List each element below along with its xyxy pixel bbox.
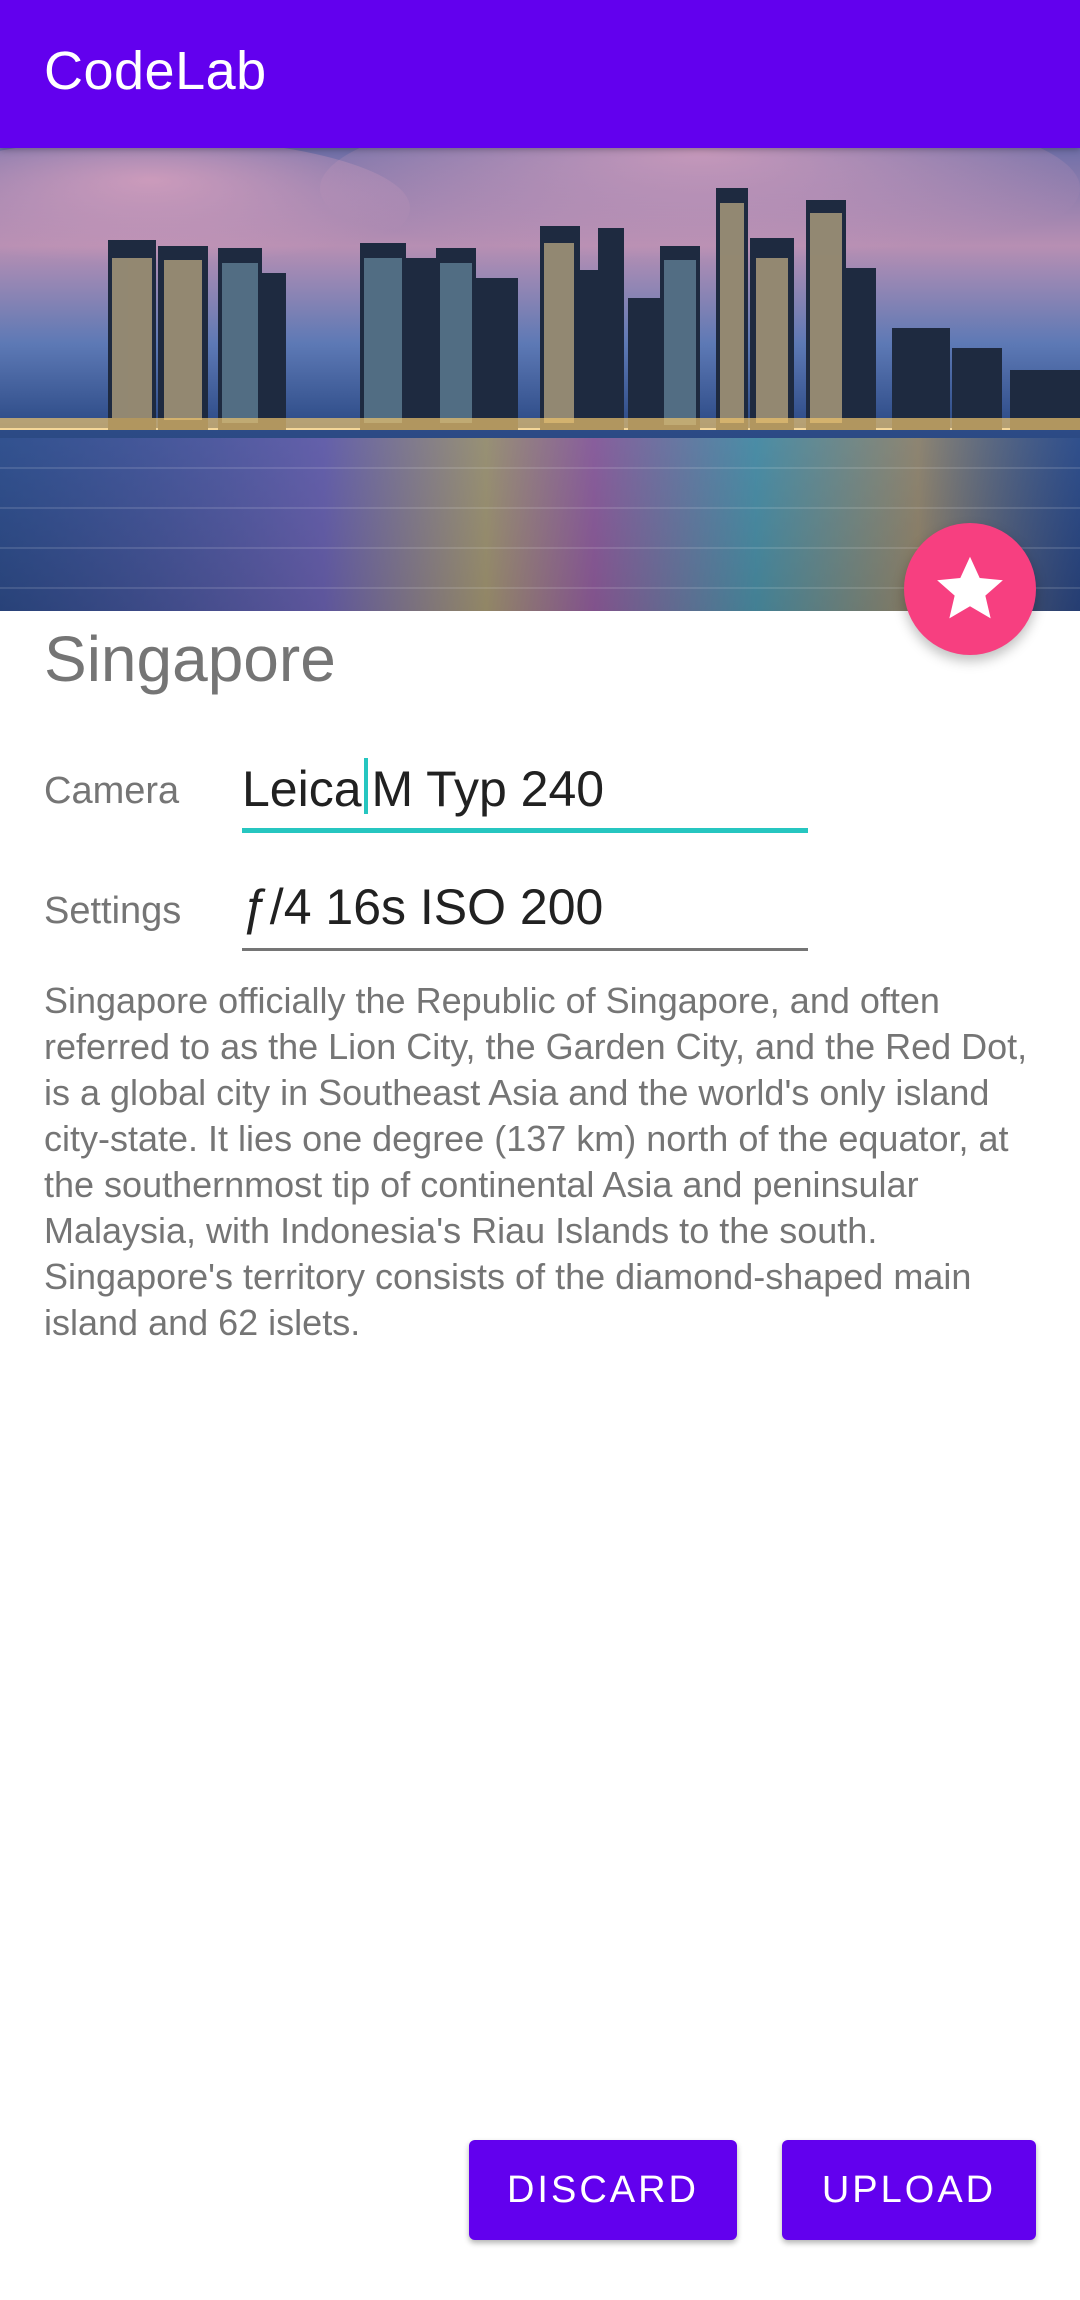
settings-input[interactable]: ƒ/4 16s ISO 200 [242,878,808,951]
discard-button[interactable]: DISCARD [469,2140,737,2240]
app-screen: CodeLab Singapore Camera Leica M Typ 240… [0,0,1080,2300]
camera-input[interactable]: Leica M Typ 240 [242,758,808,833]
favorite-fab[interactable] [904,523,1036,655]
app-title: CodeLab [44,41,267,101]
hero-image [0,148,1080,611]
star-icon [937,556,1003,619]
upload-button[interactable]: UPLOAD [782,2140,1036,2240]
photo-title: Singapore [44,623,336,695]
settings-label: Settings [44,890,182,932]
settings-input-text: ƒ/4 16s ISO 200 [242,879,604,935]
app-bar: CodeLab [0,0,1080,148]
camera-label: Camera [44,770,180,812]
camera-input-text-before: Leica [242,761,362,817]
camera-input-text-after: M Typ 240 [371,761,605,817]
photo-description: Singapore officially the Republic of Sin… [44,980,1028,1343]
text-caret [363,758,368,814]
